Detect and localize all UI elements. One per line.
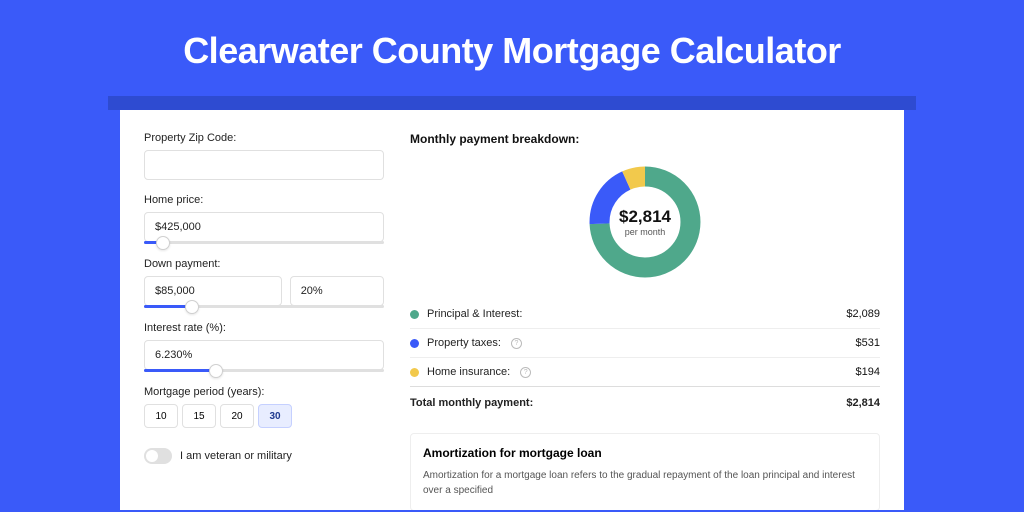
- legend-row: Home insurance:? $194: [410, 357, 880, 386]
- home-price-slider[interactable]: [144, 241, 384, 244]
- info-icon[interactable]: ?: [520, 367, 531, 378]
- down-payment-label: Down payment:: [144, 258, 384, 270]
- donut-sublabel: per month: [625, 227, 666, 237]
- page-title: Clearwater County Mortgage Calculator: [0, 0, 1024, 96]
- legend-label: Property taxes:: [427, 337, 501, 349]
- amortization-title: Amortization for mortgage loan: [423, 446, 867, 460]
- home-price-label: Home price:: [144, 194, 384, 206]
- rate-slider[interactable]: [144, 369, 384, 372]
- legend-label: Principal & Interest:: [427, 308, 522, 320]
- info-icon[interactable]: ?: [511, 338, 522, 349]
- amortization-box: Amortization for mortgage loan Amortizat…: [410, 433, 880, 510]
- legend-value: $194: [856, 366, 880, 378]
- breakdown-panel: Monthly payment breakdown: $2,814 per mo…: [410, 132, 880, 488]
- period-btn-20[interactable]: 20: [220, 404, 254, 428]
- ribbon: [108, 96, 916, 110]
- breakdown-title: Monthly payment breakdown:: [410, 132, 880, 146]
- legend-row: Principal & Interest: $2,089: [410, 300, 880, 328]
- legend-label: Home insurance:: [427, 366, 510, 378]
- donut-chart: $2,814 per month: [585, 162, 705, 282]
- period-options: 10152030: [144, 404, 384, 428]
- rate-input[interactable]: [144, 340, 384, 370]
- legend-total-label: Total monthly payment:: [410, 397, 533, 409]
- legend-value: $2,089: [846, 308, 880, 320]
- period-btn-10[interactable]: 10: [144, 404, 178, 428]
- legend-dot: [410, 368, 419, 377]
- rate-label: Interest rate (%):: [144, 322, 384, 334]
- legend-dot: [410, 339, 419, 348]
- legend-dot: [410, 310, 419, 319]
- zip-label: Property Zip Code:: [144, 132, 384, 144]
- legend-total-value: $2,814: [846, 397, 880, 409]
- down-payment-pct-input[interactable]: [290, 276, 384, 306]
- veteran-toggle[interactable]: [144, 448, 172, 464]
- legend-total-row: Total monthly payment: $2,814: [410, 386, 880, 417]
- down-payment-slider[interactable]: [144, 305, 384, 308]
- form-panel: Property Zip Code: Home price: Down paym…: [144, 132, 384, 488]
- down-payment-input[interactable]: [144, 276, 282, 306]
- home-price-input[interactable]: [144, 212, 384, 242]
- calculator-card: Property Zip Code: Home price: Down paym…: [120, 110, 904, 510]
- period-btn-15[interactable]: 15: [182, 404, 216, 428]
- period-label: Mortgage period (years):: [144, 386, 384, 398]
- period-btn-30[interactable]: 30: [258, 404, 292, 428]
- zip-input[interactable]: [144, 150, 384, 180]
- amortization-text: Amortization for a mortgage loan refers …: [423, 468, 867, 498]
- donut-amount: $2,814: [619, 207, 671, 227]
- legend-value: $531: [856, 337, 880, 349]
- legend: Principal & Interest: $2,089 Property taxe…: [410, 300, 880, 417]
- legend-row: Property taxes:? $531: [410, 328, 880, 357]
- veteran-label: I am veteran or military: [180, 450, 292, 462]
